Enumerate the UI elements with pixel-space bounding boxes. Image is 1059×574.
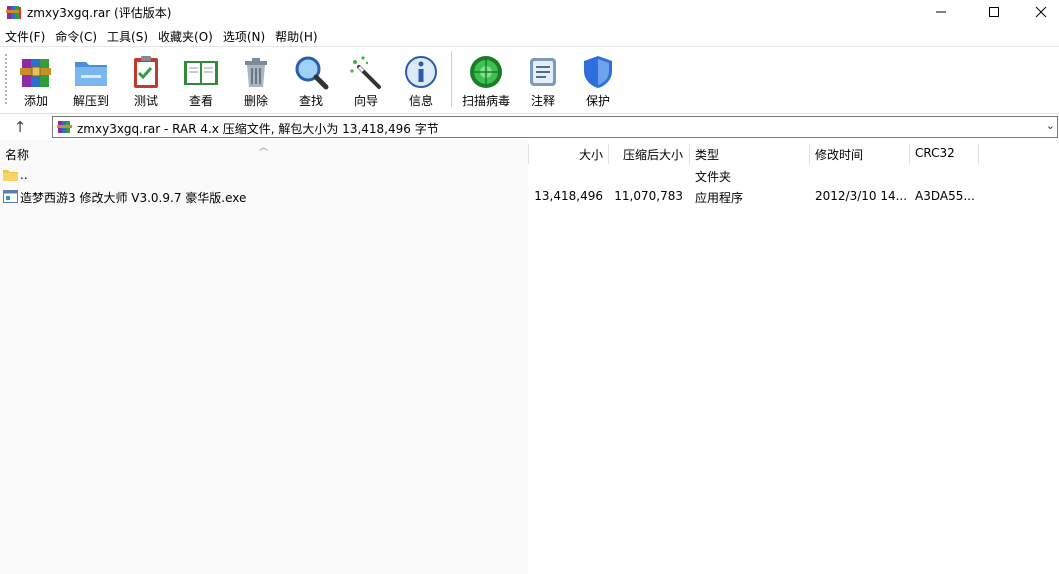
- menu-file[interactable]: 文件(F): [0, 25, 50, 45]
- row-name: 造梦西游3 修改大师 V3.0.9.7 豪华版.exe: [20, 191, 247, 205]
- wizard-button[interactable]: 向导: [338, 49, 394, 111]
- list-item-parent-folder[interactable]: .. 文件夹: [0, 165, 1059, 186]
- winrar-archive-icon: [57, 121, 72, 133]
- column-divider[interactable]: [978, 144, 979, 164]
- header-size[interactable]: 大小: [530, 142, 603, 164]
- trash-icon: [245, 58, 267, 87]
- virus-scan-button[interactable]: 扫描病毒: [458, 49, 514, 111]
- extract-to-label: 解压到: [72, 94, 109, 108]
- row-crc32: A3DA55...: [915, 189, 975, 203]
- list-header: ︿ 名称 大小 压缩后大小 类型 修改时间 CRC32: [0, 142, 1059, 164]
- view-label: 查看: [188, 94, 213, 108]
- menu-bar: 文件(F) 命令(C) 工具(S) 收藏夹(O) 选项(N) 帮助(H): [0, 25, 1059, 45]
- menu-help[interactable]: 帮助(H): [270, 25, 322, 45]
- test-clipboard-icon: [134, 56, 158, 88]
- list-item-exe[interactable]: 造梦西游3 修改大师 V3.0.9.7 豪华版.exe 13,418,496 1…: [0, 186, 1059, 207]
- protect-button[interactable]: 保护: [570, 49, 626, 111]
- view-button[interactable]: 查看: [173, 49, 229, 111]
- menu-favorites[interactable]: 收藏夹(O): [153, 25, 218, 45]
- shield-icon: [584, 56, 612, 88]
- column-divider[interactable]: [909, 144, 910, 164]
- info-button[interactable]: 信息: [393, 49, 449, 111]
- add-archive-icon: [20, 59, 51, 87]
- header-type[interactable]: 类型: [695, 142, 719, 164]
- address-field[interactable]: zmxy3xgq.rar - RAR 4.x 压缩文件, 解包大小为 13,41…: [52, 116, 1058, 138]
- title-bar: zmxy3xgq.rar (评估版本): [0, 0, 1059, 24]
- test-label: 测试: [133, 94, 158, 108]
- add-label: 添加: [23, 94, 48, 108]
- menu-tools[interactable]: 工具(S): [102, 25, 153, 45]
- comment-label: 注释: [530, 94, 555, 108]
- comment-button[interactable]: 注释: [515, 49, 571, 111]
- delete-button[interactable]: 删除: [228, 49, 284, 111]
- row-packed-size: 11,070,783: [614, 189, 683, 203]
- add-button[interactable]: 添加: [8, 49, 64, 111]
- column-divider[interactable]: [608, 144, 609, 164]
- wizard-wand-icon: [350, 56, 381, 89]
- protect-label: 保护: [585, 94, 610, 108]
- toolbar-separator: [451, 51, 452, 107]
- header-name[interactable]: 名称: [5, 142, 29, 164]
- address-bar: ↑ zmxy3xgq.rar - RAR 4.x 压缩文件, 解包大小为 13,…: [0, 113, 1059, 139]
- info-label: 信息: [408, 94, 433, 108]
- chevron-down-icon[interactable]: ⌄: [1046, 119, 1055, 132]
- comment-icon: [530, 58, 556, 86]
- row-size: 13,418,496: [534, 189, 603, 203]
- virus-scan-icon: [470, 56, 502, 88]
- address-text: zmxy3xgq.rar - RAR 4.x 压缩文件, 解包大小为 13,41…: [77, 122, 439, 136]
- maximize-icon: [989, 7, 999, 17]
- column-divider[interactable]: [689, 144, 690, 164]
- minimize-button[interactable]: [917, 0, 965, 24]
- row-name: ..: [20, 168, 28, 182]
- row-type: 文件夹: [695, 170, 732, 184]
- window-title: zmxy3xgq.rar (评估版本): [27, 6, 172, 20]
- virus-scan-label: 扫描病毒: [461, 94, 510, 108]
- minimize-icon: [936, 11, 946, 13]
- view-book-icon: [184, 61, 218, 85]
- header-modified[interactable]: 修改时间: [815, 142, 863, 164]
- sort-ascending-icon: ︿: [259, 143, 269, 153]
- delete-label: 删除: [243, 94, 268, 108]
- close-button[interactable]: [1017, 0, 1059, 24]
- arrow-up-icon: ↑: [13, 118, 27, 136]
- up-folder-button[interactable]: ↑: [8, 117, 32, 137]
- row-modified: 2012/3/10 14...: [815, 189, 908, 203]
- column-divider[interactable]: [809, 144, 810, 164]
- extract-to-button[interactable]: 解压到: [63, 49, 119, 111]
- column-divider[interactable]: [528, 144, 529, 164]
- find-button[interactable]: 查找: [283, 49, 339, 111]
- wizard-label: 向导: [353, 94, 378, 108]
- magnifier-icon: [295, 56, 329, 90]
- close-icon: [1035, 6, 1047, 18]
- toolbar: 添加 解压到 测试 查看 删除 查找 向导 信息 扫描病毒 注释 保护: [0, 46, 1059, 112]
- folder-icon: [3, 170, 18, 181]
- info-icon: [405, 56, 437, 88]
- winrar-books-icon: [6, 6, 21, 19]
- find-label: 查找: [298, 94, 323, 108]
- header-crc32[interactable]: CRC32: [915, 142, 955, 164]
- test-button[interactable]: 测试: [118, 49, 174, 111]
- row-type: 应用程序: [695, 191, 744, 205]
- extract-folder-icon: [75, 62, 107, 86]
- menu-commands[interactable]: 命令(C): [50, 25, 102, 45]
- header-packed-size[interactable]: 压缩后大小: [610, 142, 683, 164]
- file-list: ︿ 名称 大小 压缩后大小 类型 修改时间 CRC32 .. 文件夹 造梦西游3…: [0, 140, 1059, 574]
- exe-icon: [3, 190, 18, 203]
- menu-options[interactable]: 选项(N): [218, 25, 270, 45]
- maximize-button[interactable]: [970, 0, 1018, 24]
